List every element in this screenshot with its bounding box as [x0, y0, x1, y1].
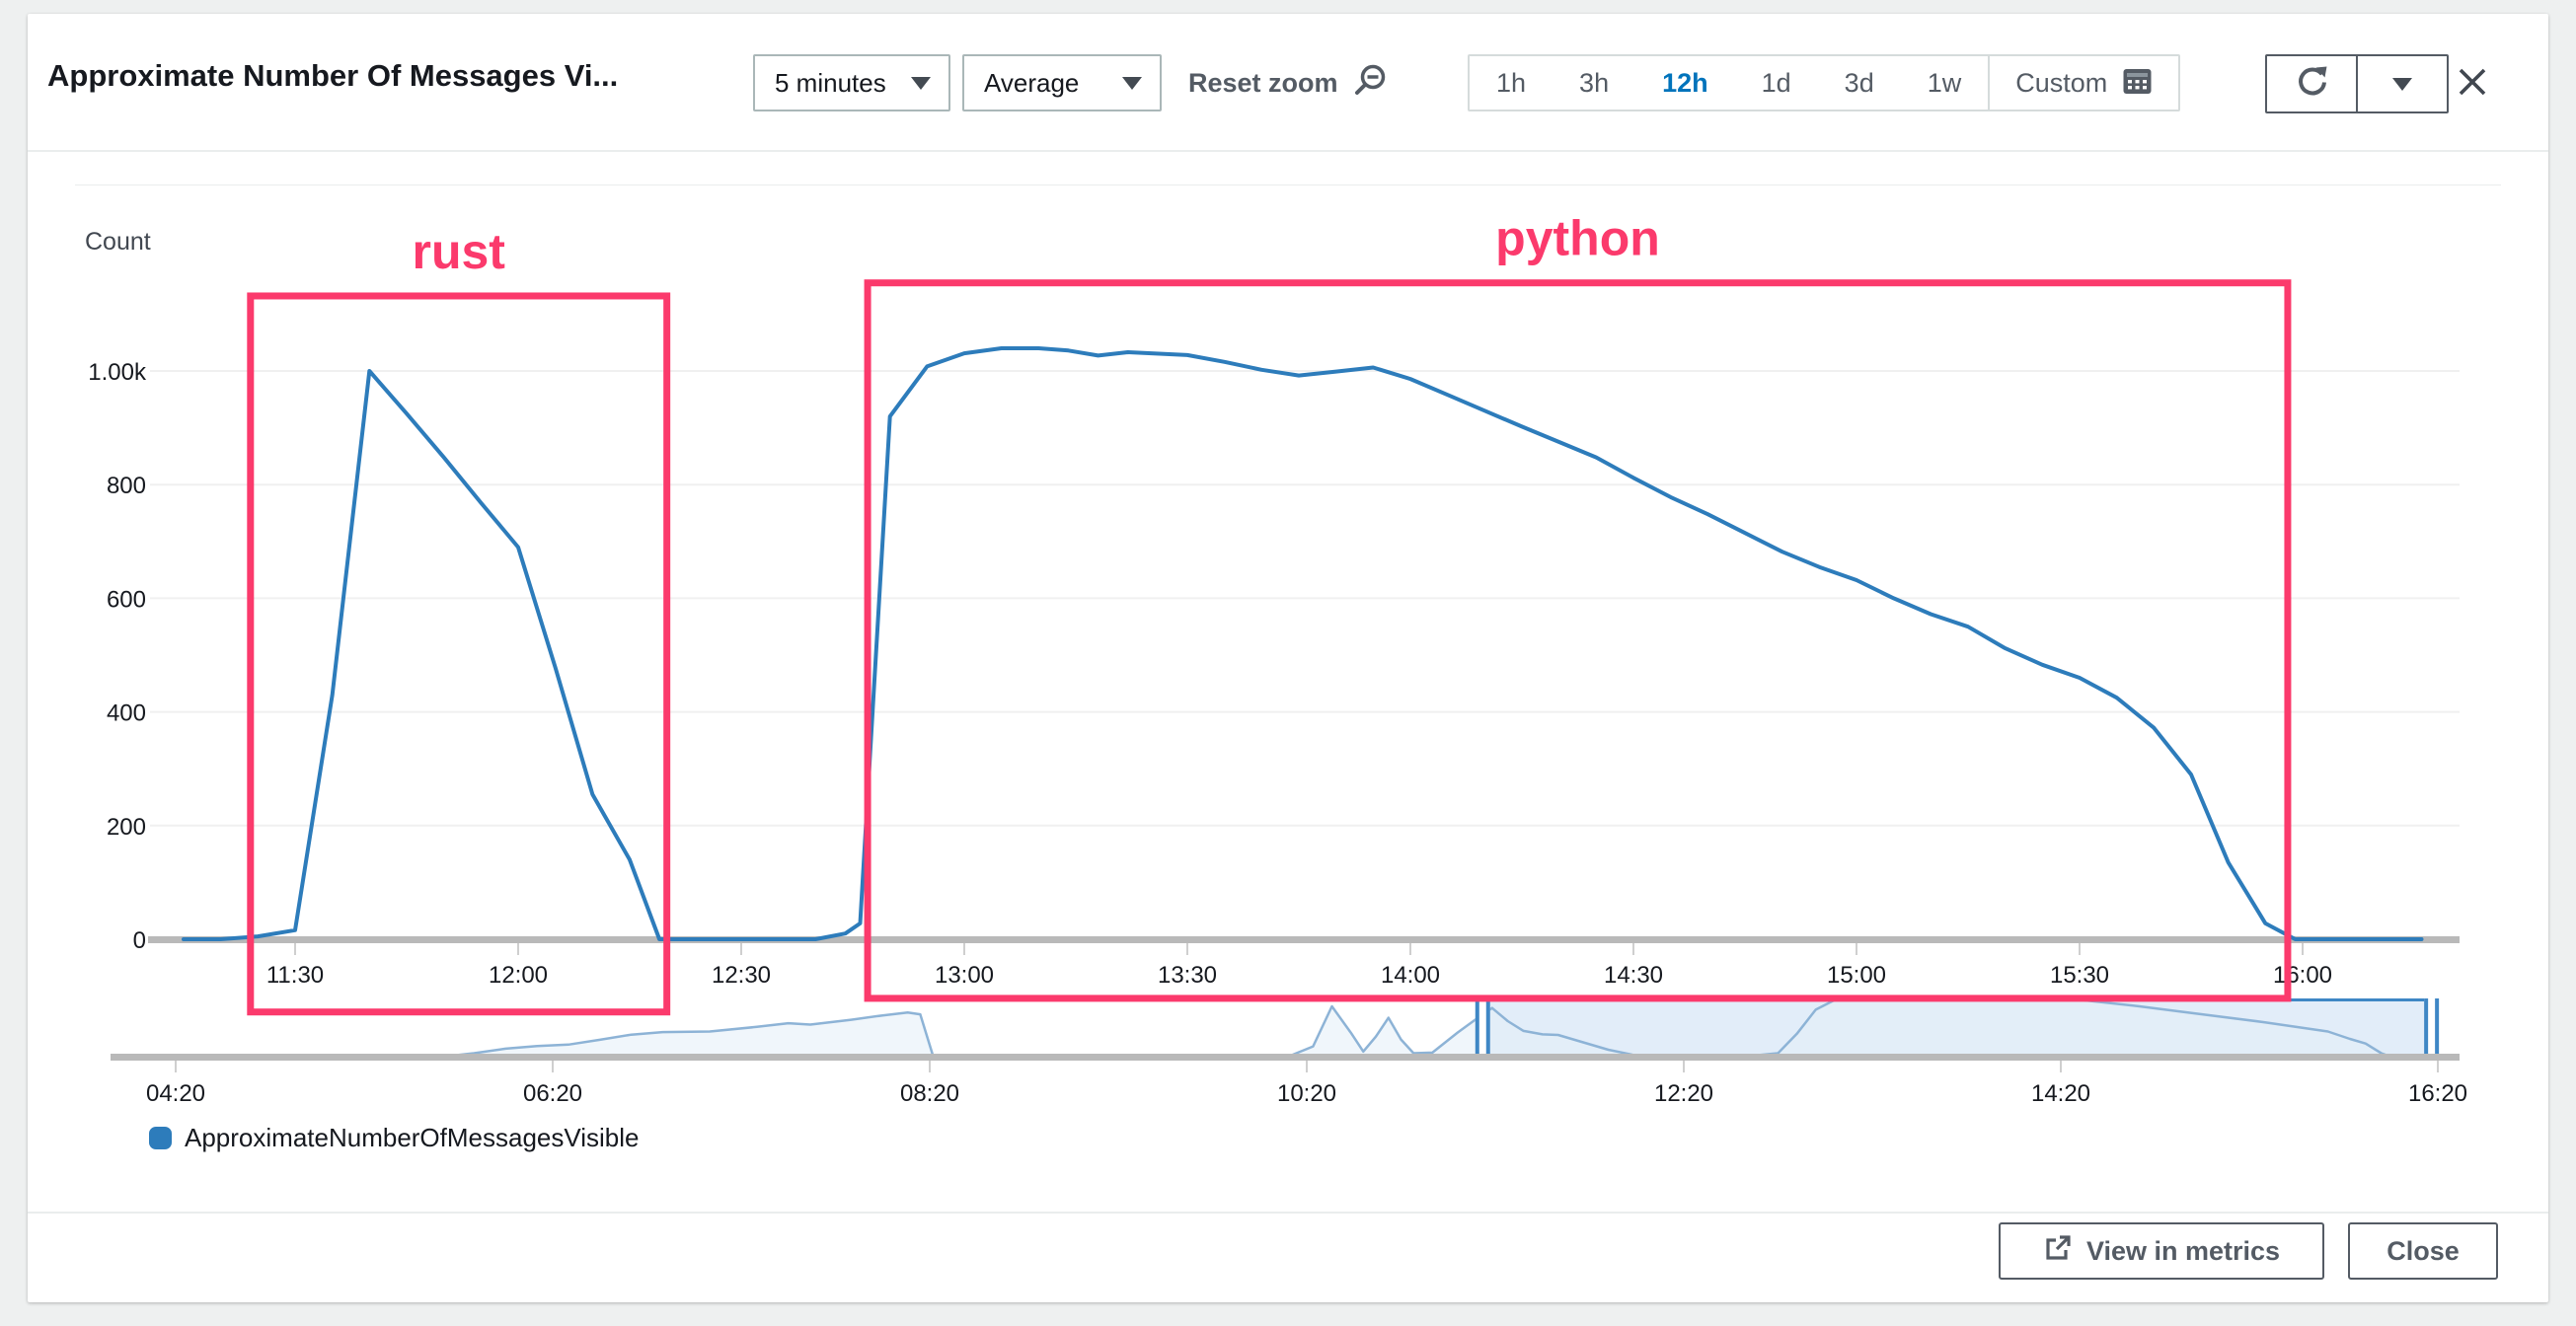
chart-legend[interactable]: ApproximateNumberOfMessagesVisible: [149, 1123, 640, 1153]
x-tick-label: 15:00: [1827, 962, 1886, 989]
python-annotation-label: python: [1495, 211, 1660, 266]
metric-chart[interactable]: 1.00k 800 600 400 200 0 Count 11:30 12:00 12:30 13…: [28, 14, 2548, 1302]
close-button[interactable]: Close: [2348, 1222, 2498, 1280]
y-tick-label: 1.00k: [88, 359, 147, 386]
overview-tick-label: 10:20: [1277, 1080, 1336, 1107]
overview-tick-label: 16:20: [2408, 1080, 2467, 1107]
y-tick-label: 400: [107, 700, 146, 727]
x-tick-label: 15:30: [2050, 962, 2109, 989]
overview-tick-label: 06:20: [523, 1080, 582, 1107]
brush-handle-bar: [2424, 998, 2428, 1057]
brush-handle-bar: [2435, 998, 2439, 1057]
metric-line-series: [184, 348, 2422, 939]
rust-annotation-box: [251, 296, 667, 1012]
overview-tick-label: 08:20: [900, 1080, 959, 1107]
x-tick-label: 13:30: [1158, 962, 1217, 989]
close-button-label: Close: [2387, 1236, 2460, 1267]
view-in-metrics-label: View in metrics: [2086, 1236, 2280, 1267]
overview-area-fill: [113, 999, 2438, 1057]
metric-detail-modal: Approximate Number Of Messages Vi... 5 m…: [28, 14, 2548, 1302]
external-link-icon: [2043, 1233, 2073, 1270]
overview-tick-label: 04:20: [146, 1080, 205, 1107]
legend-label: ApproximateNumberOfMessagesVisible: [185, 1123, 640, 1153]
y-tick-label: 800: [107, 473, 146, 499]
y-axis-title: Count: [85, 228, 151, 256]
rust-annotation-label: rust: [412, 224, 505, 279]
x-tick-label: 14:00: [1381, 962, 1440, 989]
x-tick-label: 12:00: [489, 962, 548, 989]
view-in-metrics-button[interactable]: View in metrics: [1999, 1222, 2324, 1280]
footer-divider: [28, 1212, 2548, 1214]
x-tick-label: 13:00: [935, 962, 994, 989]
overview-tick-label: 14:20: [2031, 1080, 2090, 1107]
brush-handle-bar: [1486, 998, 1490, 1057]
python-annotation-box: [868, 283, 2288, 998]
y-tick-label: 0: [133, 927, 146, 954]
x-tick-label: 11:30: [266, 962, 324, 989]
y-tick-label: 200: [107, 814, 146, 841]
legend-color-swatch: [149, 1127, 172, 1149]
x-axis-line: [148, 936, 2460, 943]
overview-tick-label: 12:20: [1654, 1080, 1713, 1107]
x-tick-label: 12:30: [712, 962, 771, 989]
x-tick-label: 16:00: [2273, 962, 2332, 989]
overview-axis-line: [111, 1054, 2460, 1061]
x-tick-label: 14:30: [1604, 962, 1663, 989]
y-tick-label: 600: [107, 586, 146, 613]
brush-handle-bar: [1476, 998, 1479, 1057]
